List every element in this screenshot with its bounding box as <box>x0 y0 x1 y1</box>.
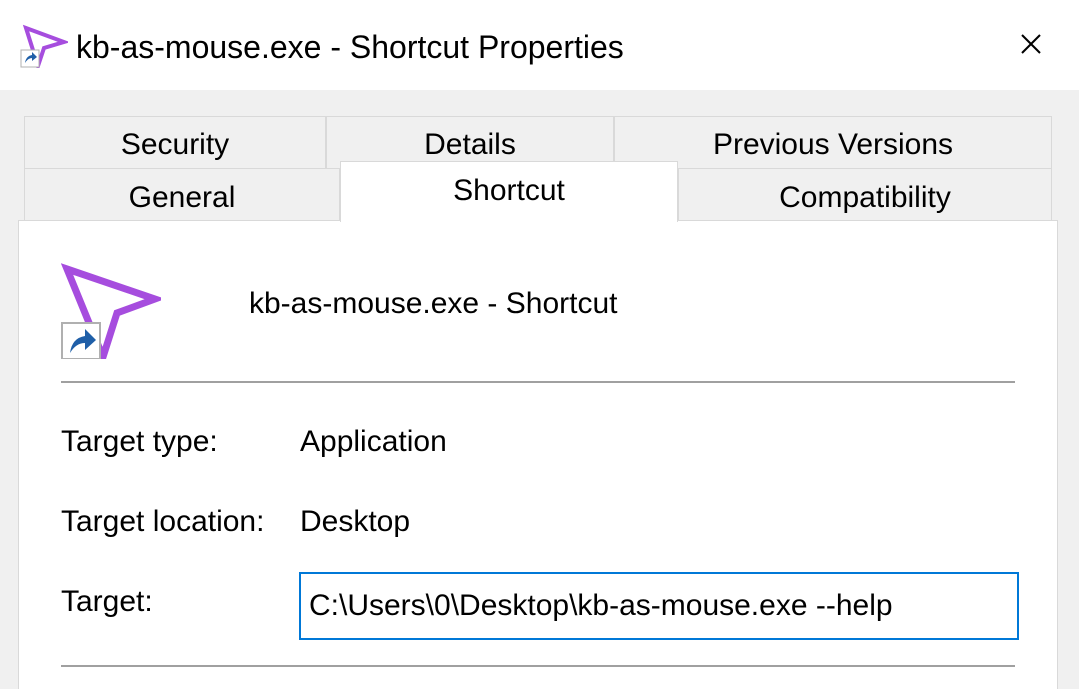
shortcut-name: kb-as-mouse.exe - Shortcut <box>249 287 618 320</box>
target-location-label: Target location: <box>61 505 265 538</box>
target-type-value: Application <box>300 425 447 458</box>
purple-cursor-shortcut-icon <box>60 263 166 368</box>
target-label: Target: <box>61 585 153 618</box>
separator <box>61 665 1015 667</box>
target-input[interactable] <box>299 572 1019 640</box>
shortcut-panel: kb-as-mouse.exe - Shortcut Target type: … <box>18 220 1058 689</box>
target-location-value: Desktop <box>300 505 411 538</box>
tab-previous-versions[interactable]: Previous Versions <box>614 116 1052 168</box>
close-icon <box>1021 34 1041 54</box>
window-title: kb-as-mouse.exe - Shortcut Properties <box>76 29 624 65</box>
tab-security[interactable]: Security <box>24 116 326 168</box>
separator <box>61 381 1015 383</box>
tab-shortcut[interactable]: Shortcut <box>340 161 678 222</box>
target-type-label: Target type: <box>61 425 218 458</box>
close-button[interactable] <box>1004 22 1058 66</box>
title-bar: kb-as-mouse.exe - Shortcut Properties <box>0 0 1079 90</box>
tab-general[interactable]: General <box>24 168 340 220</box>
tab-compatibility[interactable]: Compatibility <box>678 168 1052 220</box>
purple-cursor-shortcut-icon <box>20 24 71 73</box>
